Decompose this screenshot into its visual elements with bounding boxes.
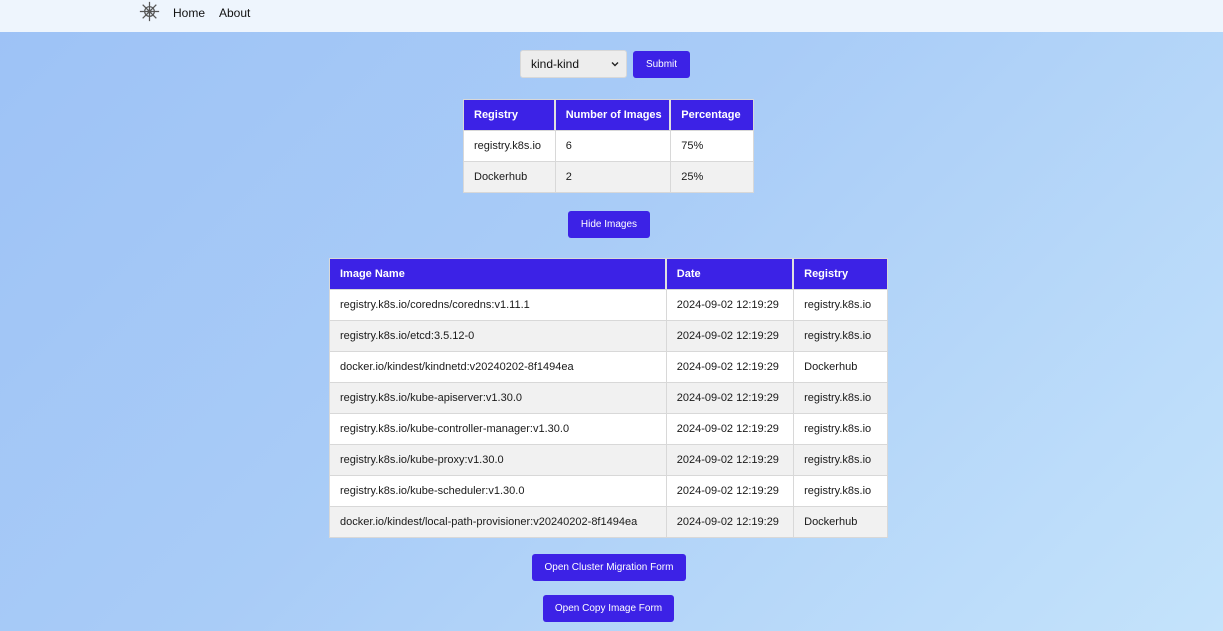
registry-cell: registry.k8s.io xyxy=(794,382,887,413)
registry-cell: registry.k8s.io xyxy=(794,444,887,475)
percentage-cell: 25% xyxy=(671,161,753,192)
date-cell: 2024-09-02 12:19:29 xyxy=(666,320,795,351)
date-cell: 2024-09-02 12:19:29 xyxy=(666,382,795,413)
image-name-cell: docker.io/kindest/kindnetd:v20240202-8f1… xyxy=(330,351,667,382)
registry-cell: registry.k8s.io xyxy=(794,289,887,320)
open-copy-image-form-button[interactable]: Open Copy Image Form xyxy=(543,595,674,622)
column-header-registry: Registry xyxy=(464,100,556,130)
table-row: docker.io/kindest/local-path-provisioner… xyxy=(330,506,887,537)
date-cell: 2024-09-02 12:19:29 xyxy=(666,475,795,506)
date-cell: 2024-09-02 12:19:29 xyxy=(666,351,795,382)
column-header-date: Date xyxy=(666,259,795,289)
column-header-registry: Registry xyxy=(794,259,887,289)
registry-cell: registry.k8s.io xyxy=(794,413,887,444)
image-count-cell: 2 xyxy=(555,161,672,192)
table-header-row: Registry Number of Images Percentage xyxy=(464,100,753,130)
registry-cell: Dockerhub xyxy=(464,161,556,192)
table-row: registry.k8s.io/kube-controller-manager:… xyxy=(330,413,887,444)
table-row: docker.io/kindest/kindnetd:v20240202-8f1… xyxy=(330,351,887,382)
table-row: registry.k8s.io/coredns/coredns:v1.11.1 … xyxy=(330,289,887,320)
registry-cell: Dockerhub xyxy=(794,506,887,537)
navbar: Home About xyxy=(0,0,1223,32)
table-row: registry.k8s.io/kube-proxy:v1.30.0 2024-… xyxy=(330,444,887,475)
submit-button[interactable]: Submit xyxy=(633,51,690,78)
image-name-cell: registry.k8s.io/kube-scheduler:v1.30.0 xyxy=(330,475,667,506)
date-cell: 2024-09-02 12:19:29 xyxy=(666,289,795,320)
date-cell: 2024-09-02 12:19:29 xyxy=(666,506,795,537)
column-header-number-of-images: Number of Images xyxy=(555,100,672,130)
image-name-cell: registry.k8s.io/etcd:3.5.12-0 xyxy=(330,320,667,351)
hide-images-button[interactable]: Hide Images xyxy=(568,211,650,238)
image-name-cell: registry.k8s.io/kube-apiserver:v1.30.0 xyxy=(330,382,667,413)
helm-wheel-icon[interactable] xyxy=(139,1,160,22)
image-name-cell: docker.io/kindest/local-path-provisioner… xyxy=(330,506,667,537)
images-table: Image Name Date Registry registry.k8s.io… xyxy=(329,258,888,538)
column-header-image-name: Image Name xyxy=(330,259,667,289)
date-cell: 2024-09-02 12:19:29 xyxy=(666,444,795,475)
image-name-cell: registry.k8s.io/kube-proxy:v1.30.0 xyxy=(330,444,667,475)
nav-about-link[interactable]: About xyxy=(219,6,250,20)
image-name-cell: registry.k8s.io/coredns/coredns:v1.11.1 xyxy=(330,289,667,320)
table-row: Dockerhub 2 25% xyxy=(464,161,753,192)
chevron-down-icon xyxy=(611,62,619,67)
registry-summary-table: Registry Number of Images Percentage reg… xyxy=(463,99,754,193)
table-row: registry.k8s.io/kube-apiserver:v1.30.0 2… xyxy=(330,382,887,413)
table-row: registry.k8s.io/kube-scheduler:v1.30.0 2… xyxy=(330,475,887,506)
open-cluster-migration-form-button[interactable]: Open Cluster Migration Form xyxy=(532,554,686,581)
registry-cell: registry.k8s.io xyxy=(794,475,887,506)
cluster-select[interactable]: kind-kind xyxy=(520,50,627,78)
table-header-row: Image Name Date Registry xyxy=(330,259,887,289)
nav-home-link[interactable]: Home xyxy=(173,6,205,20)
image-name-cell: registry.k8s.io/kube-controller-manager:… xyxy=(330,413,667,444)
column-header-percentage: Percentage xyxy=(671,100,753,130)
date-cell: 2024-09-02 12:19:29 xyxy=(666,413,795,444)
table-row: registry.k8s.io/etcd:3.5.12-0 2024-09-02… xyxy=(330,320,887,351)
table-row: registry.k8s.io 6 75% xyxy=(464,130,753,161)
registry-cell: registry.k8s.io xyxy=(464,130,556,161)
cluster-select-value: kind-kind xyxy=(531,57,580,71)
registry-cell: Dockerhub xyxy=(794,351,887,382)
image-count-cell: 6 xyxy=(555,130,672,161)
percentage-cell: 75% xyxy=(671,130,753,161)
registry-cell: registry.k8s.io xyxy=(794,320,887,351)
